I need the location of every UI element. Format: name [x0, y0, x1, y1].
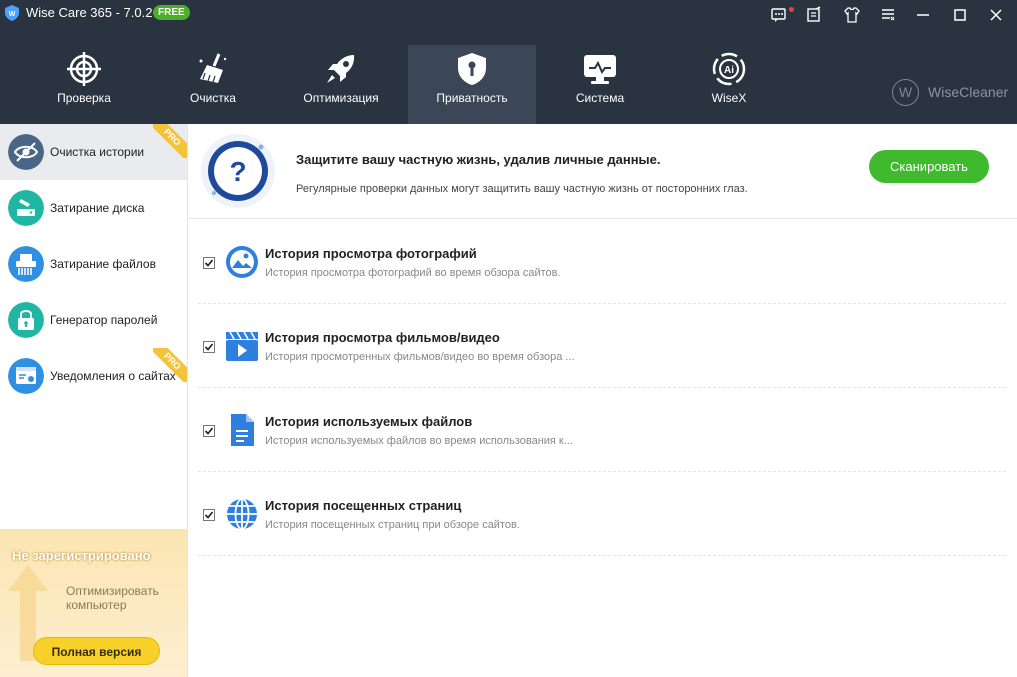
pro-badge: PRO	[153, 348, 187, 382]
rocket-icon	[327, 55, 355, 83]
monitor-icon	[584, 55, 616, 84]
close-icon[interactable]	[987, 6, 1005, 24]
item-subtitle: История просмотренных фильмов/видео во в…	[265, 351, 575, 363]
item-title: История просмотра фильмов/видео	[265, 330, 500, 345]
notification-dot	[789, 7, 794, 12]
list-item: История посещенных страниц История посещ…	[188, 472, 1017, 556]
promo-text: Оптимизировать компьютер	[66, 584, 159, 612]
list-item: История просмотра фотографий История про…	[188, 220, 1017, 304]
sidebar-item-file-shredder[interactable]: Затирание файлов	[0, 236, 187, 292]
app-title: Wise Care 365 - 7.0.2	[26, 5, 153, 20]
list-item: История используемых файлов История испо…	[188, 388, 1017, 472]
svg-text:Ai: Ai	[724, 65, 734, 76]
checkbox-photos[interactable]	[203, 257, 215, 269]
checkbox-pages[interactable]	[203, 509, 215, 521]
feedback-icon[interactable]	[770, 6, 788, 24]
item-title: История просмотра фотографий	[265, 246, 477, 261]
password-lock-icon	[8, 302, 44, 338]
sidebar-item-label: Генератор паролей	[50, 313, 158, 327]
maximize-icon[interactable]	[951, 6, 969, 24]
tab-label: Очистка	[190, 91, 236, 105]
app-logo-icon: W	[5, 5, 19, 21]
edit-icon[interactable]	[805, 6, 823, 24]
banner-title: Защитите вашу частную жизнь, удалив личн…	[296, 152, 661, 167]
item-title: История используемых файлов	[265, 414, 473, 429]
item-subtitle: История используемых файлов во время исп…	[265, 435, 573, 447]
broom-icon	[199, 53, 227, 83]
sidebar-item-label: Очистка истории	[50, 145, 145, 159]
tab-label: Система	[575, 91, 625, 105]
shield-lock-icon	[458, 53, 486, 85]
wisecleaner-logo: W	[892, 79, 919, 106]
svg-text:W: W	[9, 11, 16, 18]
banner-subtitle: Регулярные проверки данных могут защитит…	[296, 183, 748, 195]
notification-window-icon	[8, 358, 44, 394]
minimize-icon[interactable]	[914, 6, 932, 24]
header: W Wise Care 365 - 7.0.2 FREE Проверка Оч…	[0, 0, 1017, 124]
privacy-banner: ? Защитите вашу частную жизнь, удалив ли…	[188, 124, 1017, 219]
sidebar-item-label: Затирание диска	[50, 201, 145, 215]
tab-optimizaciya[interactable]: Оптимизация	[277, 45, 405, 124]
menu-icon[interactable]	[879, 6, 897, 24]
item-subtitle: История посещенных страниц при обзоре са…	[265, 519, 520, 531]
sidebar-item-disk-eraser[interactable]: Затирание диска	[0, 180, 187, 236]
shredder-icon	[8, 246, 44, 282]
file-icon	[231, 414, 254, 446]
pro-badge: PRO	[153, 124, 187, 158]
checkbox-files[interactable]	[203, 425, 215, 437]
tab-label: WiseX	[711, 91, 747, 105]
sidebar: Очистка истории PRO Затирание диска Зати…	[0, 124, 188, 677]
video-icon	[226, 331, 258, 361]
divider	[198, 555, 1006, 556]
list-item: История просмотра фильмов/видео История …	[188, 304, 1017, 388]
tab-label: Приватность	[436, 91, 508, 105]
tab-ochistka[interactable]: Очистка	[149, 45, 277, 124]
tab-proverka[interactable]: Проверка	[20, 45, 148, 124]
free-badge: FREE	[153, 5, 190, 20]
item-subtitle: История просмотра фотографий во время об…	[265, 267, 561, 279]
title-bar: W Wise Care 365 - 7.0.2 FREE	[0, 0, 1017, 30]
question-icon: ?	[201, 134, 275, 208]
disk-eraser-icon	[8, 190, 44, 226]
sidebar-item-password-generator[interactable]: Генератор паролей	[0, 292, 187, 348]
tab-sistema[interactable]: Система	[536, 45, 664, 124]
sidebar-item-history-cleaner[interactable]: Очистка истории PRO	[0, 124, 187, 180]
eye-off-icon	[8, 134, 44, 170]
sidebar-item-label: Затирание файлов	[50, 257, 156, 271]
sidebar-item-site-notifications[interactable]: Уведомления о сайтах PRO	[0, 348, 187, 404]
scan-button[interactable]: Сканировать	[869, 150, 989, 183]
ai-icon: Ai	[712, 52, 746, 86]
checkbox-videos[interactable]	[203, 341, 215, 353]
full-version-button[interactable]: Полная версия	[33, 637, 160, 665]
wisecleaner-brand: WiseCleaner	[928, 84, 1009, 100]
crosshair-icon	[67, 52, 101, 86]
tab-privatnost[interactable]: Приватность	[408, 45, 536, 124]
skin-icon[interactable]	[843, 6, 861, 24]
globe-icon	[227, 498, 257, 530]
svg-text:?: ?	[229, 156, 246, 187]
tab-label: Оптимизация	[303, 91, 379, 105]
tab-wisex[interactable]: Ai WiseX	[665, 45, 793, 124]
item-title: История посещенных страниц	[265, 498, 462, 513]
image-icon	[226, 246, 258, 278]
promo-title: Не зарегистрировано	[12, 548, 151, 563]
tab-label: Проверка	[57, 91, 111, 105]
